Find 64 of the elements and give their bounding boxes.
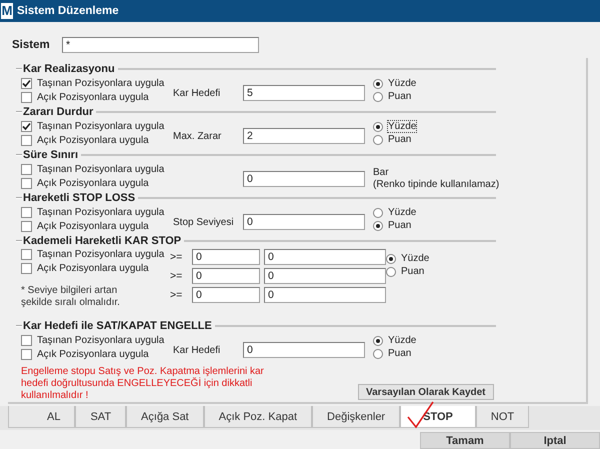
- section-title: Süre Sınırı: [23, 148, 78, 160]
- tab[interactable]: Açığa Sat: [126, 406, 204, 428]
- input-field[interactable]: 0: [192, 286, 260, 302]
- radio-label: Puan: [401, 266, 424, 277]
- checkbox-label: Açık Pozisyonlara uygula: [37, 262, 149, 274]
- radio-label: Puan: [388, 134, 412, 145]
- unit-label: Bar: [373, 167, 390, 179]
- checkbox-label: Açık Pozisyonlara uygula: [37, 220, 149, 232]
- field-label: Kar Hedefi: [173, 344, 220, 356]
- warning-text: Engelleme stopu Satış ve Poz. Kapatma işlemlerini kar hedefi doğrultusunda ENGELLEYECEĞİ için dikkatli kullanılmalıdır !: [20, 365, 265, 402]
- checkbox-label: Taşınan Pozisyonlara uygula: [37, 164, 164, 174]
- window-title: Sistem Düzenleme: [17, 5, 119, 17]
- section-title: Kademeli Hareketli KAR STOP: [23, 234, 182, 246]
- radio-label: Puan: [388, 348, 412, 359]
- dialog-button[interactable]: Iptal: [510, 432, 600, 449]
- dialog-button[interactable]: Tamam: [420, 432, 510, 449]
- input-field[interactable]: 0: [264, 248, 386, 264]
- app-icon: M: [1, 3, 13, 19]
- input-field[interactable]: 0: [192, 248, 260, 264]
- operator-label: >=: [170, 288, 184, 300]
- input-field[interactable]: 5: [243, 85, 365, 101]
- input-field[interactable]: 0: [243, 214, 365, 230]
- field-label: Stop Seviyesi: [173, 216, 234, 228]
- radio-label: Yüzde: [388, 207, 416, 218]
- operator-label: >=: [170, 250, 184, 262]
- section-title: Kar Hedefi ile SAT/KAPAT ENGELLE: [23, 320, 212, 332]
- checkbox-label: Açık Pozisyonlara uygula: [37, 134, 149, 146]
- input-field[interactable]: *: [62, 37, 259, 53]
- radio-label: Yüzde: [401, 253, 430, 264]
- unit-note: (Renko tipinde kullanılamaz): [373, 179, 500, 191]
- tab[interactable]: AL: [8, 406, 76, 428]
- checkbox-label: Taşınan Pozisyonlara uygula: [37, 248, 164, 260]
- input-field[interactable]: 2: [243, 128, 365, 144]
- radio-label: Puan: [388, 220, 412, 231]
- checkbox-label: Açık Pozisyonlara uygula: [37, 348, 149, 360]
- hint-text: * Seviye bilgileri artan şekilde sıralı olmalıdır.: [20, 284, 121, 309]
- checkbox-label: Taşınan Pozisyonlara uygula: [37, 206, 164, 218]
- radio-label: Yüzde: [388, 335, 416, 346]
- checkbox-label: Taşınan Pozisyonlara uygula: [37, 78, 164, 88]
- radio-label: Yüzde: [388, 78, 416, 89]
- input-field[interactable]: 0: [264, 286, 386, 302]
- input-field[interactable]: 0: [264, 268, 386, 284]
- field-label: Max. Zarar: [173, 130, 222, 142]
- radio-label: Puan: [388, 91, 412, 102]
- operator-label: >=: [170, 270, 184, 282]
- radio-label: Yüzde: [388, 121, 416, 132]
- checkbox-label: Açık Pozisyonlara uygula: [37, 92, 149, 102]
- section-title: Kar Realizasyonu: [23, 62, 115, 74]
- input-field[interactable]: 0: [243, 342, 365, 358]
- section-title: Zararı Durdur: [23, 106, 94, 118]
- section-title: Hareketli STOP LOSS: [23, 192, 136, 204]
- tab[interactable]: NOT: [476, 406, 530, 428]
- checkbox-label: Taşınan Pozisyonlara uygula: [37, 120, 164, 132]
- input-field[interactable]: 0: [192, 268, 260, 284]
- checkbox-label: Taşınan Pozisyonlara uygula: [37, 334, 164, 346]
- tab[interactable]: SAT: [75, 406, 126, 428]
- save-default-button[interactable]: Varsayılan Olarak Kaydet: [358, 384, 494, 400]
- checkbox-label: Açık Pozisyonlara uygula: [37, 178, 149, 188]
- tab[interactable]: STOP: [400, 406, 476, 428]
- tab[interactable]: Açık Poz. Kapat: [204, 406, 312, 428]
- input-field[interactable]: 0: [243, 171, 365, 187]
- field-label: Sistem: [12, 39, 51, 51]
- field-label: Kar Hedefi: [173, 88, 220, 98]
- tab[interactable]: Değişkenler: [312, 406, 400, 428]
